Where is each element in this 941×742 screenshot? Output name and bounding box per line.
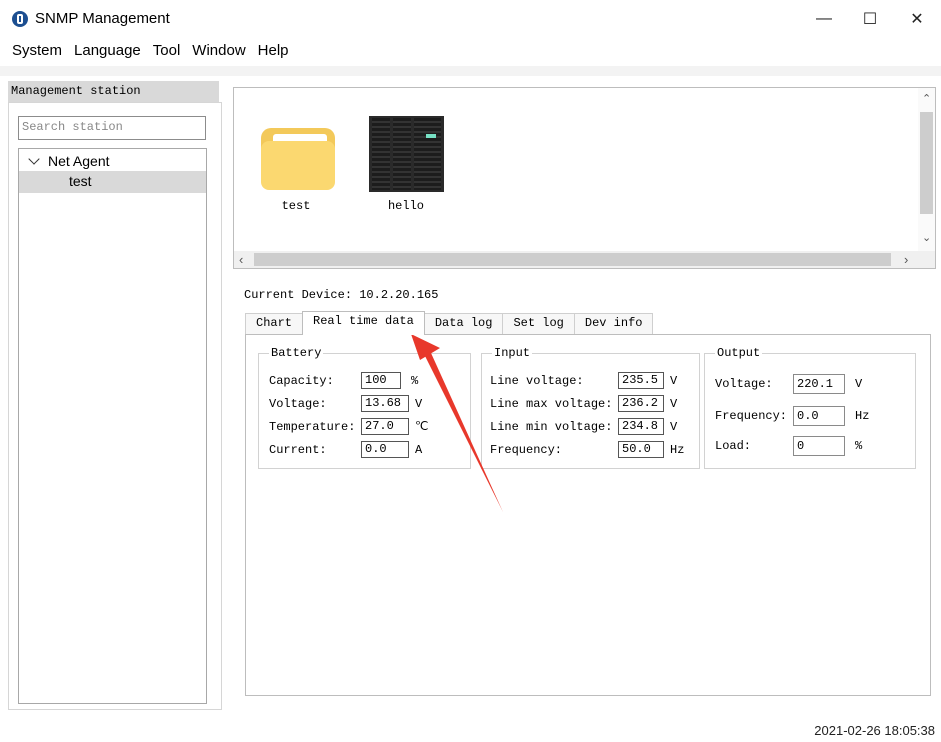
menu-separator <box>0 66 941 76</box>
battery-temperature-row: Temperature: 27.0 ℃ <box>269 418 429 435</box>
battery-capacity-row: Capacity: 100 % <box>269 372 419 389</box>
ups-cabinet-icon[interactable] <box>369 116 444 192</box>
menu-system[interactable]: System <box>0 38 68 66</box>
battery-current-row: Current: 0.0 A <box>269 441 423 458</box>
input-line-voltage-row: Line voltage: 235.5 V <box>490 372 678 389</box>
battery-temperature-value: 27.0 <box>361 418 409 435</box>
group-title: Output <box>715 346 763 360</box>
real-time-data-panel: Battery Capacity: 100 % Voltage: 13.68 V… <box>245 334 931 696</box>
tab-real-time-data[interactable]: Real time data <box>302 311 425 335</box>
tab-chart[interactable]: Chart <box>245 313 304 335</box>
output-frequency-row: Frequency: 0.0 Hz <box>715 406 869 426</box>
tab-data-log[interactable]: Data log <box>423 313 504 335</box>
tree-node-test[interactable]: test <box>19 171 206 193</box>
scroll-right-icon[interactable]: › <box>904 252 908 267</box>
device-label-test[interactable]: test <box>246 199 346 213</box>
device-view: test hello ⌃ ⌄ ‹ › <box>233 87 936 269</box>
output-voltage-value: 220.1 <box>793 374 845 394</box>
group-title: Battery <box>269 346 324 360</box>
battery-capacity-value: 100 <box>361 372 401 389</box>
device-label-hello[interactable]: hello <box>356 199 456 213</box>
output-frequency-value: 0.0 <box>793 406 845 426</box>
maximize-button[interactable]: ☐ <box>855 6 885 32</box>
vertical-scrollbar[interactable]: ⌃ ⌄ <box>918 88 935 251</box>
input-frequency-value: 50.0 <box>618 441 664 458</box>
input-line-min-voltage-value: 234.8 <box>618 418 664 435</box>
input-line-voltage-value: 235.5 <box>618 372 664 389</box>
input-line-max-voltage-row: Line max voltage: 236.2 V <box>490 395 678 412</box>
output-voltage-row: Voltage: 220.1 V <box>715 374 862 394</box>
menu-help[interactable]: Help <box>252 38 295 66</box>
scroll-left-icon[interactable]: ‹ <box>239 252 243 267</box>
menu-tool[interactable]: Tool <box>147 38 187 66</box>
input-frequency-row: Frequency: 50.0 Hz <box>490 441 685 458</box>
close-button[interactable]: ✕ <box>902 6 932 32</box>
battery-voltage-value: 13.68 <box>361 395 409 412</box>
menu-bar: System Language Tool Window Help <box>0 38 941 66</box>
folder-icon[interactable] <box>261 128 335 190</box>
input-line-max-voltage-value: 236.2 <box>618 395 664 412</box>
battery-voltage-row: Voltage: 13.68 V <box>269 395 423 412</box>
title-bar: SNMP Management — ☐ ✕ <box>0 0 941 38</box>
tab-bar: Chart Real time data Data log Set log De… <box>245 311 654 335</box>
group-title: Input <box>492 346 533 360</box>
output-load-row: Load: 0 % <box>715 436 862 456</box>
status-timestamp: 2021-02-26 18:05:38 <box>814 723 935 738</box>
panel-header: Management station <box>8 81 219 102</box>
output-load-value: 0 <box>793 436 845 456</box>
tree-node-label: Net Agent <box>48 153 110 169</box>
menu-window[interactable]: Window <box>186 38 251 66</box>
tab-dev-info[interactable]: Dev info <box>573 313 654 335</box>
battery-current-value: 0.0 <box>361 441 409 458</box>
menu-language[interactable]: Language <box>68 38 147 66</box>
tab-set-log[interactable]: Set log <box>502 313 575 335</box>
minimize-button[interactable]: — <box>809 6 839 32</box>
horizontal-scrollbar[interactable]: ‹ › <box>234 251 935 268</box>
station-tree: Net Agent test <box>18 148 207 704</box>
search-station-input[interactable]: Search station <box>18 116 206 140</box>
app-logo-icon <box>12 11 28 27</box>
window-title: SNMP Management <box>35 10 170 27</box>
input-line-min-voltage-row: Line min voltage: 234.8 V <box>490 418 678 435</box>
chevron-down-icon[interactable] <box>28 153 40 165</box>
scroll-up-icon[interactable]: ⌃ <box>922 92 931 105</box>
tree-node-net-agent[interactable]: Net Agent <box>27 153 110 169</box>
scroll-down-icon[interactable]: ⌄ <box>922 231 931 244</box>
current-device-text: Current Device: 10.2.20.165 <box>244 288 439 302</box>
